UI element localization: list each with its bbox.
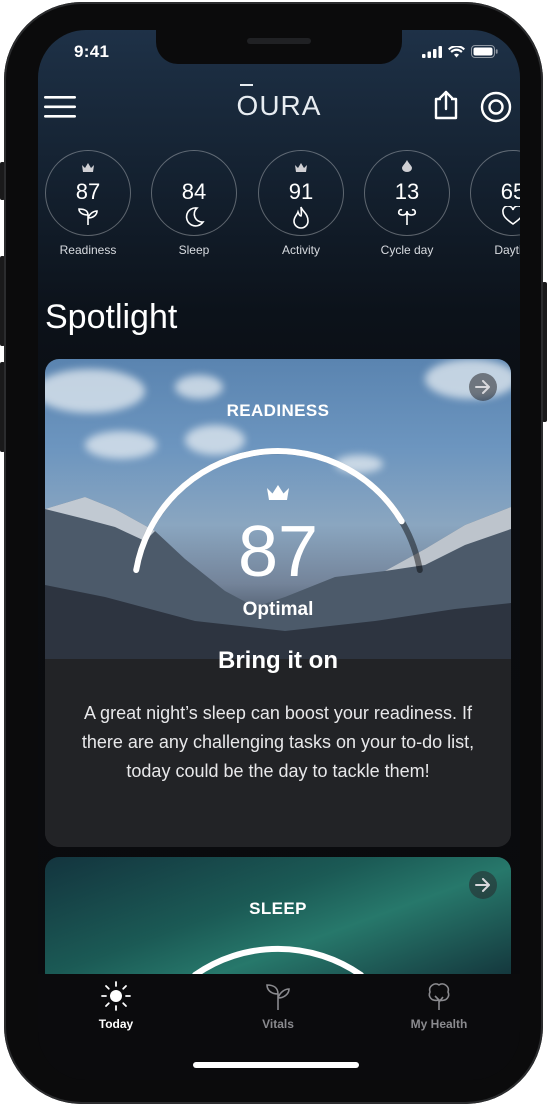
score-label: Activity <box>281 243 320 257</box>
status-time: 9:41 <box>74 42 110 61</box>
status-icons <box>422 45 498 58</box>
section-title: Spotlight <box>45 298 178 336</box>
cycle-icon <box>397 208 417 225</box>
tab-label: My Health <box>410 1017 468 1031</box>
app-screen: 9:41 OURA 87 Readiness 84 Sleep 91 Activ… <box>38 30 520 1080</box>
tab-vitals[interactable]: Vitals <box>218 980 338 1031</box>
score-readiness[interactable]: 87 Readiness <box>43 150 133 257</box>
score-value: 91 <box>288 179 314 204</box>
ring-target-icon <box>480 91 512 123</box>
readiness-score: 87 <box>237 512 319 592</box>
sun-icon <box>101 981 131 1011</box>
score-value: 65 <box>500 179 520 204</box>
crown-icon <box>295 163 307 172</box>
tab-label: Vitals <box>262 1017 294 1031</box>
tab-today[interactable]: Today <box>56 980 176 1031</box>
sleep-gauge <box>192 945 364 978</box>
home-indicator[interactable] <box>193 1062 359 1068</box>
logo-text: OURA <box>236 90 322 121</box>
sleep-card[interactable]: SLEEP <box>45 857 511 987</box>
score-cycle-day[interactable]: 13 Cycle day <box>362 150 452 257</box>
crown-icon <box>267 485 289 500</box>
readiness-status: Optimal <box>242 599 314 620</box>
score-daytime[interactable]: 65 Daytim <box>468 150 520 257</box>
score-label: Cycle day <box>380 243 434 257</box>
battery-icon <box>471 45 498 58</box>
ring: 13 <box>364 150 450 236</box>
score-rings: 87 Readiness 84 Sleep 91 Activity 13 Cyc… <box>38 150 520 280</box>
share-button[interactable] <box>432 90 460 125</box>
sprout-icon <box>78 208 98 225</box>
score-sleep[interactable]: 84 Sleep <box>149 150 239 257</box>
notch <box>156 30 402 64</box>
moon-icon <box>185 207 205 227</box>
share-icon <box>434 90 458 120</box>
crown-icon <box>82 163 94 172</box>
profile-button[interactable] <box>480 91 512 128</box>
phone-frame: 9:41 OURA 87 Readiness 84 Sleep 91 Activ… <box>4 2 543 1104</box>
score-value: 87 <box>75 179 101 204</box>
sprout-icon <box>266 984 290 1010</box>
ring: 84 <box>151 150 237 236</box>
logo-bar <box>239 84 253 86</box>
card-body: A great night’s sleep can boost your rea… <box>81 703 475 781</box>
tab-my-health[interactable]: My Health <box>379 980 499 1031</box>
signal-icon <box>422 45 442 58</box>
tree-icon <box>428 983 450 1010</box>
drop-icon <box>402 160 412 172</box>
score-value: 13 <box>394 179 420 204</box>
score-value: 84 <box>181 179 207 204</box>
ring: 91 <box>258 150 344 236</box>
score-label: Sleep <box>178 243 210 257</box>
score-label: Daytim <box>494 243 520 257</box>
tab-label: Today <box>98 1017 134 1031</box>
card-headline: Bring it on <box>218 647 338 674</box>
score-label: Readiness <box>59 243 117 257</box>
score-activity[interactable]: 91 Activity <box>256 150 346 257</box>
flame-icon <box>293 206 309 229</box>
speaker <box>247 38 311 44</box>
readiness-card[interactable]: READINESS 87 Optimal Bring it on A great… <box>45 359 511 847</box>
ring: 87 <box>45 150 131 236</box>
ring: 65 <box>470 150 520 236</box>
heart-icon <box>502 205 520 225</box>
wifi-icon <box>448 45 465 57</box>
